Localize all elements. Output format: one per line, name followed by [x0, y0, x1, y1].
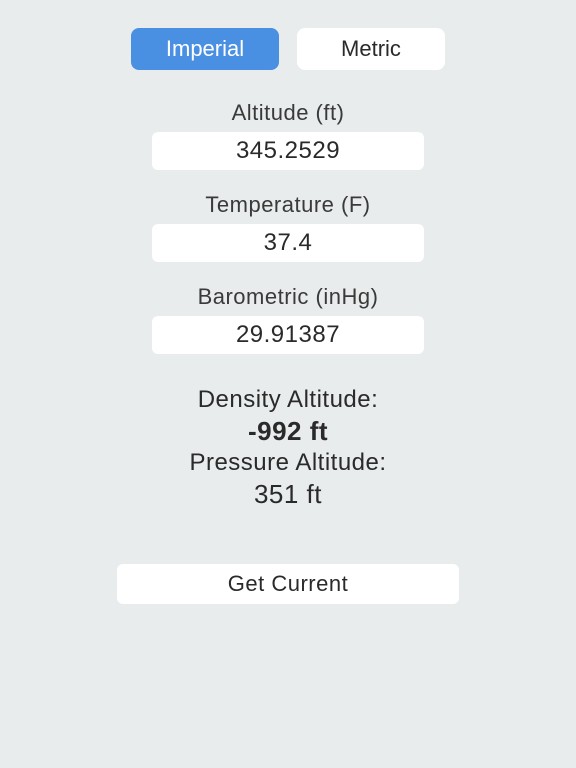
unit-tabs: Imperial Metric — [131, 28, 445, 70]
results-section: Density Altitude: -992 ft Pressure Altit… — [189, 384, 386, 510]
altitude-group: Altitude (ft) — [152, 100, 424, 170]
barometric-input[interactable] — [152, 316, 424, 354]
temperature-input[interactable] — [152, 224, 424, 262]
temperature-label: Temperature (F) — [205, 192, 370, 218]
density-altitude-value: -992 ft — [248, 416, 328, 447]
temperature-group: Temperature (F) — [152, 192, 424, 262]
tab-metric[interactable]: Metric — [297, 28, 445, 70]
density-altitude-label: Density Altitude: — [198, 386, 379, 414]
altitude-input[interactable] — [152, 132, 424, 170]
barometric-label: Barometric (inHg) — [198, 284, 379, 310]
tab-imperial[interactable]: Imperial — [131, 28, 279, 70]
barometric-group: Barometric (inHg) — [152, 284, 424, 354]
altitude-label: Altitude (ft) — [232, 100, 345, 126]
pressure-altitude-label: Pressure Altitude: — [189, 449, 386, 477]
pressure-altitude-value: 351 ft — [254, 479, 322, 510]
get-current-button[interactable]: Get Current — [117, 564, 459, 604]
